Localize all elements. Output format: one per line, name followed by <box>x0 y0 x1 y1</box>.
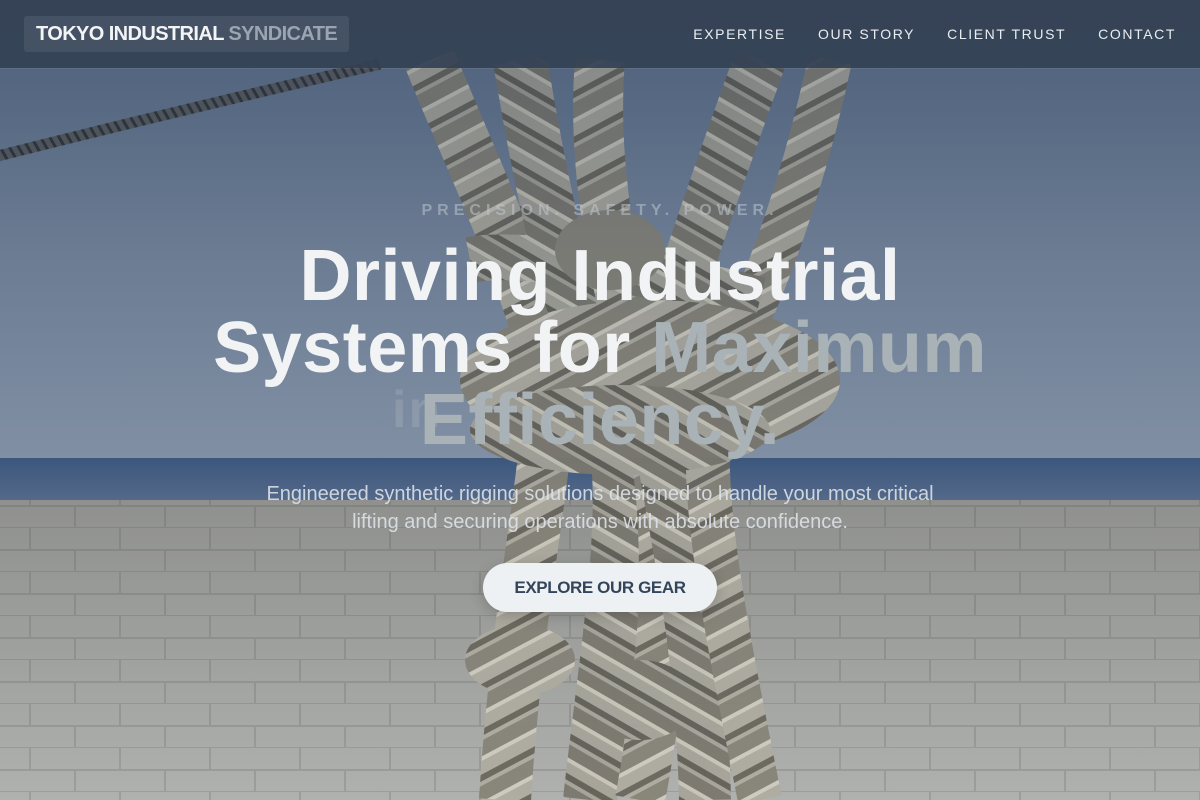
brand-name-primary: TOKYO INDUSTRIAL <box>36 23 224 45</box>
nav-links: EXPERTISE OUR STORY CLIENT TRUST CONTACT <box>693 0 1176 68</box>
brand-name-secondary: SYNDICATE <box>228 23 338 45</box>
hero-eyebrow: PRECISION. SAFETY. POWER. <box>421 202 779 219</box>
brand-logo[interactable]: TOKYO INDUSTRIAL SYNDICATE <box>24 16 350 52</box>
hero-subtitle: Engineered synthetic rigging solutions d… <box>266 483 934 533</box>
nav-link-expertise[interactable]: EXPERTISE <box>693 26 786 42</box>
hero-headline: Driving Industrial Systems for Maximum E… <box>150 240 1050 456</box>
top-navigation-bar: TOKYO INDUSTRIAL SYNDICATE EXPERTISE OUR… <box>0 0 1200 68</box>
nav-link-our-story[interactable]: OUR STORY <box>818 26 915 42</box>
nav-link-contact[interactable]: CONTACT <box>1098 26 1176 42</box>
explore-gear-button[interactable]: EXPLORE OUR GEAR <box>483 563 717 612</box>
nav-link-client-trust[interactable]: CLIENT TRUST <box>947 26 1066 42</box>
page: TOKYO INDUSTRIAL SYNDICATE EXPERTISE OUR… <box>0 0 1200 800</box>
